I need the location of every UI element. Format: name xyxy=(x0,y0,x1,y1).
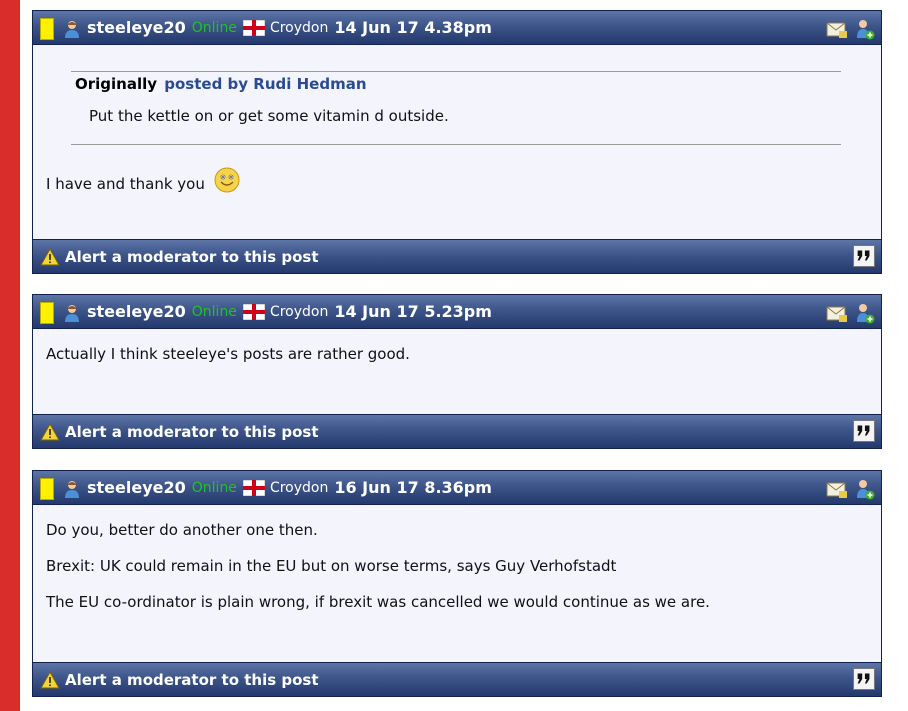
quote-block: Originally posted by Rudi Hedman Put the… xyxy=(71,71,841,145)
post-header: steeleye20 Online Croydon 16 Jun 17 8.36… xyxy=(33,471,881,505)
post-text: Brexit: UK could remain in the EU but on… xyxy=(46,557,617,575)
post-body: Do you, better do another one then. Brex… xyxy=(33,505,881,662)
user-location: Croydon xyxy=(269,303,329,320)
quote-attribution: Originally posted by Rudi Hedman xyxy=(75,75,367,93)
post-author-info: steeleye20 Online Croydon 14 Jun 17 5.23… xyxy=(87,295,492,328)
warning-icon xyxy=(40,422,60,440)
private-message-icon[interactable] xyxy=(826,18,848,40)
post-text-line: I have and thank you xyxy=(46,167,240,193)
smiley-icon xyxy=(214,167,240,193)
post-author-info: steeleye20 Online Croydon 16 Jun 17 8.36… xyxy=(87,471,492,504)
alert-moderator-label: Alert a moderator to this post xyxy=(65,670,319,689)
post-date: 14 Jun 17 4.38pm xyxy=(334,18,492,37)
status-yellow-flag xyxy=(40,18,54,40)
add-friend-icon[interactable] xyxy=(853,302,875,324)
status-yellow-flag xyxy=(40,478,54,500)
post-author-info: steeleye20 Online Croydon 14 Jun 17 4.38… xyxy=(87,11,492,44)
post-footer: Alert a moderator to this post xyxy=(33,239,881,273)
post-body: Originally posted by Rudi Hedman Put the… xyxy=(33,45,881,239)
post-footer: Alert a moderator to this post xyxy=(33,662,881,696)
post: steeleye20 Online Croydon 16 Jun 17 8.36… xyxy=(32,470,882,697)
add-friend-icon[interactable] xyxy=(853,478,875,500)
post-text: Actually I think steeleye's posts are ra… xyxy=(46,345,410,363)
england-flag-icon xyxy=(242,303,265,320)
username[interactable]: steeleye20 xyxy=(87,478,186,497)
post-body: Actually I think steeleye's posts are ra… xyxy=(33,329,881,414)
status-yellow-flag xyxy=(40,302,54,324)
quote-posted-by-link[interactable]: posted by Rudi Hedman xyxy=(164,75,366,93)
quote-text: Put the kettle on or get some vitamin d … xyxy=(89,107,449,125)
online-status: Online xyxy=(191,19,237,36)
user-icon xyxy=(65,305,79,322)
england-flag-icon xyxy=(242,479,265,496)
private-message-icon[interactable] xyxy=(826,478,848,500)
username[interactable]: steeleye20 xyxy=(87,18,186,37)
private-message-icon[interactable] xyxy=(826,302,848,324)
online-status: Online xyxy=(191,479,237,496)
alert-moderator-link[interactable]: Alert a moderator to this post xyxy=(40,415,319,448)
user-location: Croydon xyxy=(269,479,329,496)
post-header: steeleye20 Online Croydon 14 Jun 17 5.23… xyxy=(33,295,881,329)
user-icon xyxy=(65,21,79,38)
quote-icon[interactable] xyxy=(853,245,875,267)
post-date: 14 Jun 17 5.23pm xyxy=(334,302,492,321)
post-text: The EU co-ordinator is plain wrong, if b… xyxy=(46,593,710,611)
alert-moderator-link[interactable]: Alert a moderator to this post xyxy=(40,663,319,696)
england-flag-icon xyxy=(242,19,265,36)
post: steeleye20 Online Croydon 14 Jun 17 4.38… xyxy=(32,10,882,274)
username[interactable]: steeleye20 xyxy=(87,302,186,321)
post-footer: Alert a moderator to this post xyxy=(33,414,881,448)
post-date: 16 Jun 17 8.36pm xyxy=(334,478,492,497)
add-friend-icon[interactable] xyxy=(853,18,875,40)
alert-moderator-link[interactable]: Alert a moderator to this post xyxy=(40,240,319,273)
online-status: Online xyxy=(191,303,237,320)
quote-originally-label: Originally xyxy=(75,75,158,93)
warning-icon xyxy=(40,247,60,265)
sidebar-accent-strip xyxy=(0,0,20,711)
post-text: Do you, better do another one then. xyxy=(46,521,318,539)
warning-icon xyxy=(40,670,60,688)
user-location: Croydon xyxy=(269,19,329,36)
post-text: I have and thank you xyxy=(46,175,205,193)
quote-icon[interactable] xyxy=(853,668,875,690)
alert-moderator-label: Alert a moderator to this post xyxy=(65,247,319,266)
post: steeleye20 Online Croydon 14 Jun 17 5.23… xyxy=(32,294,882,449)
alert-moderator-label: Alert a moderator to this post xyxy=(65,422,319,441)
quote-icon[interactable] xyxy=(853,420,875,442)
user-icon xyxy=(65,481,79,498)
thread-content: steeleye20 Online Croydon 14 Jun 17 4.38… xyxy=(20,0,908,711)
post-header: steeleye20 Online Croydon 14 Jun 17 4.38… xyxy=(33,11,881,45)
